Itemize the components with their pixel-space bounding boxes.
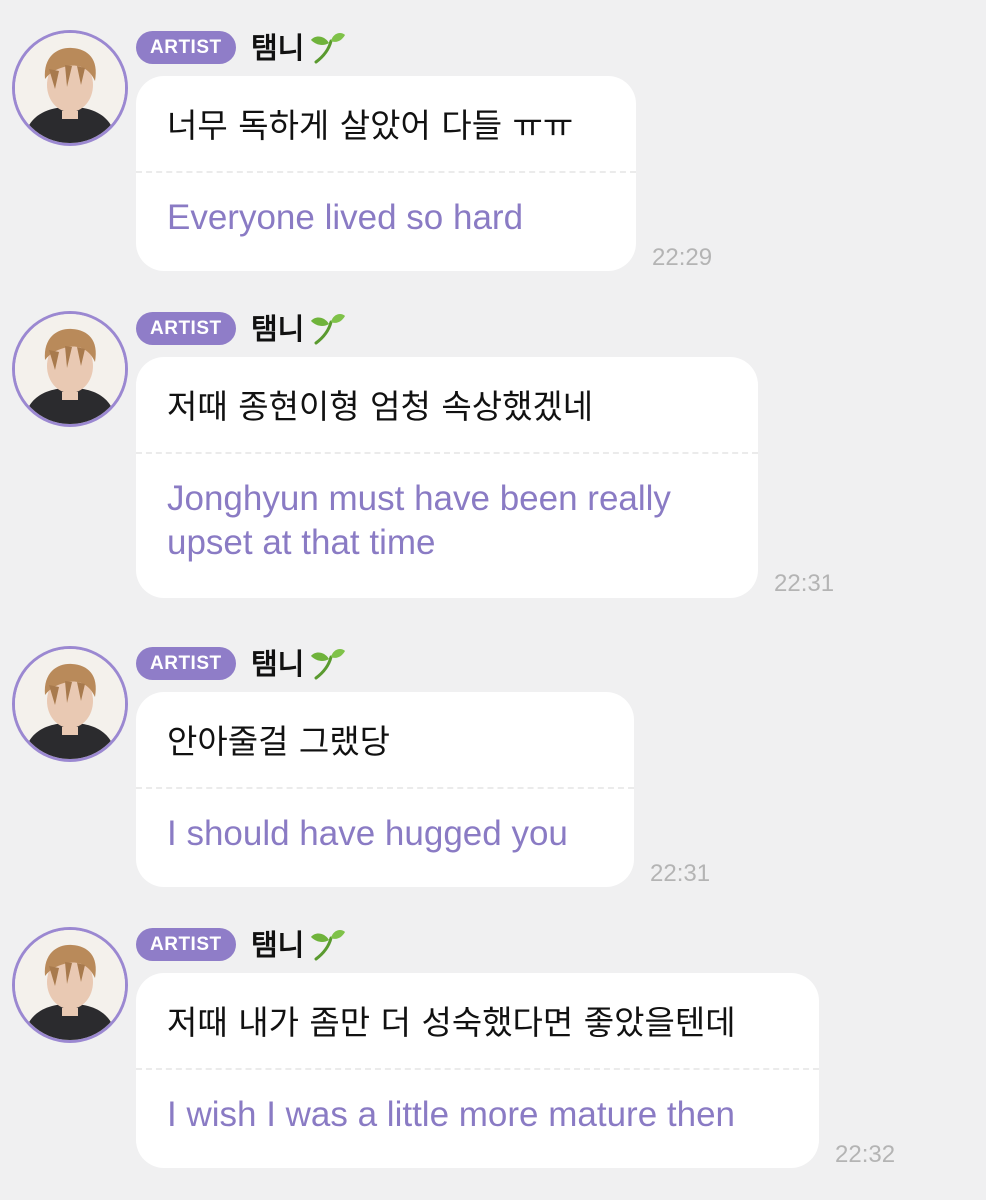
translation-text: I should have hugged you [167, 814, 568, 853]
message-text: 저때 종현이형 엄청 속상했겠네 [167, 387, 594, 426]
avatar-photo-icon [15, 930, 125, 1040]
message-bubble[interactable]: 저때 내가 좀만 더 성숙했다면 좋았을텐데 I wish I was a li… [136, 973, 819, 1168]
avatar[interactable] [12, 927, 128, 1043]
avatar[interactable] [12, 311, 128, 427]
artist-badge: ARTIST [136, 928, 236, 961]
avatar-photo-icon [15, 649, 125, 759]
sprout-icon [311, 930, 346, 961]
sender-name-text: 탬니 [251, 647, 305, 681]
timestamp: 22:29 [652, 244, 713, 271]
sender-name-text: 탬니 [251, 312, 305, 346]
message-bubble[interactable]: 저때 종현이형 엄청 속상했겠네 Jonghyun must have been… [136, 357, 758, 598]
sender-name-text: 탬니 [251, 928, 305, 962]
translation-divider [136, 171, 636, 173]
timestamp: 22:32 [835, 1141, 896, 1168]
artist-badge: ARTIST [136, 312, 236, 345]
message-text: 저때 내가 좀만 더 성숙했다면 좋았을텐데 [167, 1003, 736, 1042]
artist-badge: ARTIST [136, 31, 236, 64]
timestamp: 22:31 [774, 570, 835, 597]
sender-name[interactable]: 탬니 [251, 29, 346, 67]
message-bubble[interactable]: 안아줄걸 그랬당 I should have hugged you [136, 692, 634, 887]
avatar-photo-icon [15, 33, 125, 143]
message-bubble[interactable]: 너무 독하게 살았어 다들 ㅠㅠ Everyone lived so hard [136, 76, 636, 271]
translation-text: Jonghyun must have been really upset at … [167, 479, 671, 562]
sender-name-text: 탬니 [251, 31, 305, 65]
translation-divider [136, 787, 634, 789]
message-text: 안아줄걸 그랬당 [167, 722, 391, 761]
sender-name[interactable]: 탬니 [251, 645, 346, 683]
timestamp: 22:31 [650, 860, 711, 887]
message-text: 너무 독하게 살았어 다들 ㅠㅠ [167, 106, 574, 145]
sprout-icon [311, 649, 346, 680]
translation-text: Everyone lived so hard [167, 198, 524, 237]
sprout-icon [311, 314, 346, 345]
avatar[interactable] [12, 30, 128, 146]
sprout-icon [311, 33, 346, 64]
sender-name[interactable]: 탬니 [251, 926, 346, 964]
avatar[interactable] [12, 646, 128, 762]
translation-divider [136, 1068, 819, 1070]
translation-divider [136, 452, 758, 454]
translation-text: I wish I was a little more mature then [167, 1095, 735, 1134]
sender-name[interactable]: 탬니 [251, 310, 346, 348]
avatar-photo-icon [15, 314, 125, 424]
artist-badge: ARTIST [136, 647, 236, 680]
